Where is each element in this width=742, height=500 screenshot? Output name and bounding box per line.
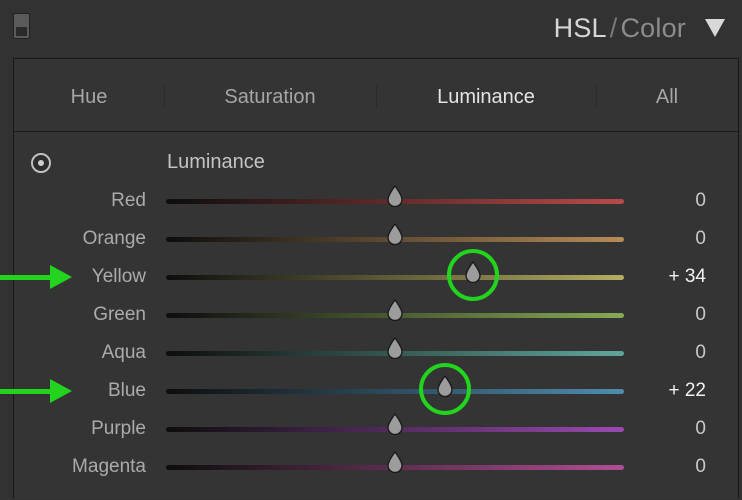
slider-row-aqua: Aqua 0 <box>14 334 738 372</box>
hsl-panel-body: Hue Saturation Luminance All Luminance R… <box>13 58 739 498</box>
slider-label-blue: Blue <box>107 380 146 401</box>
slider-label-aqua: Aqua <box>101 342 146 363</box>
slider-thumb-aqua[interactable] <box>386 337 404 359</box>
panel-title: HSL / Color <box>554 12 686 44</box>
slider-track-magenta[interactable] <box>166 451 624 473</box>
slider-value-blue[interactable]: + 22 <box>668 380 706 402</box>
slider-row-green: Green 0 <box>14 296 738 334</box>
tab-saturation[interactable]: Saturation <box>164 59 376 131</box>
slider-thumb-orange[interactable] <box>386 223 404 245</box>
slider-value-magenta[interactable]: 0 <box>695 456 706 478</box>
slider-label-purple: Purple <box>91 418 146 439</box>
hsl-tabs: Hue Saturation Luminance All <box>14 59 738 132</box>
slider-value-purple[interactable]: 0 <box>695 418 706 440</box>
slider-track-purple[interactable] <box>166 413 624 435</box>
triangle-down-icon[interactable] <box>705 19 725 37</box>
slider-value-aqua[interactable]: 0 <box>695 342 706 364</box>
title-color[interactable]: Color <box>620 13 686 43</box>
slider-value-green[interactable]: 0 <box>695 304 706 326</box>
slider-row-orange: Orange 0 <box>14 220 738 258</box>
slider-track-orange[interactable] <box>166 223 624 245</box>
slider-row-purple: Purple 0 <box>14 410 738 448</box>
panel-header[interactable]: HSL / Color <box>0 0 742 58</box>
slider-row-magenta: Magenta 0 <box>14 448 738 486</box>
slider-row-blue: Blue + 22 <box>14 372 738 410</box>
slider-value-yellow[interactable]: + 34 <box>668 266 706 288</box>
slider-track-blue[interactable] <box>166 375 624 397</box>
slider-row-red: Red 0 <box>14 182 738 220</box>
slider-label-magenta: Magenta <box>72 456 146 477</box>
slider-row-yellow: Yellow + 34 <box>14 258 738 296</box>
tab-hue[interactable]: Hue <box>14 59 164 131</box>
annotation-circle-blue <box>419 363 472 415</box>
tab-luminance[interactable]: Luminance <box>376 59 596 131</box>
slider-label-red: Red <box>111 190 146 211</box>
slider-label-yellow: Yellow <box>91 266 146 287</box>
slider-track-aqua[interactable] <box>166 337 624 359</box>
annotation-circle-yellow <box>446 249 499 301</box>
slider-label-green: Green <box>93 304 146 325</box>
slider-thumb-purple[interactable] <box>386 413 404 435</box>
slider-thumb-green[interactable] <box>386 299 404 321</box>
slider-label-orange: Orange <box>82 228 146 249</box>
slider-thumb-magenta[interactable] <box>386 451 404 473</box>
section-title: Luminance <box>167 151 265 173</box>
panel-switch-icon[interactable] <box>13 13 30 39</box>
target-adjustment-icon[interactable] <box>31 153 51 173</box>
slider-thumb-red[interactable] <box>386 185 404 207</box>
hsl-color-panel: HSL / Color Hue Saturation Luminance All L… <box>0 0 742 500</box>
slider-track-yellow[interactable] <box>166 261 624 283</box>
slider-track-red[interactable] <box>166 185 624 207</box>
slider-track-green[interactable] <box>166 299 624 321</box>
slider-value-orange[interactable]: 0 <box>695 228 706 250</box>
slider-value-red[interactable]: 0 <box>695 190 706 212</box>
title-separator: / <box>609 13 618 43</box>
tab-all[interactable]: All <box>596 59 738 131</box>
title-hsl[interactable]: HSL <box>554 13 607 43</box>
